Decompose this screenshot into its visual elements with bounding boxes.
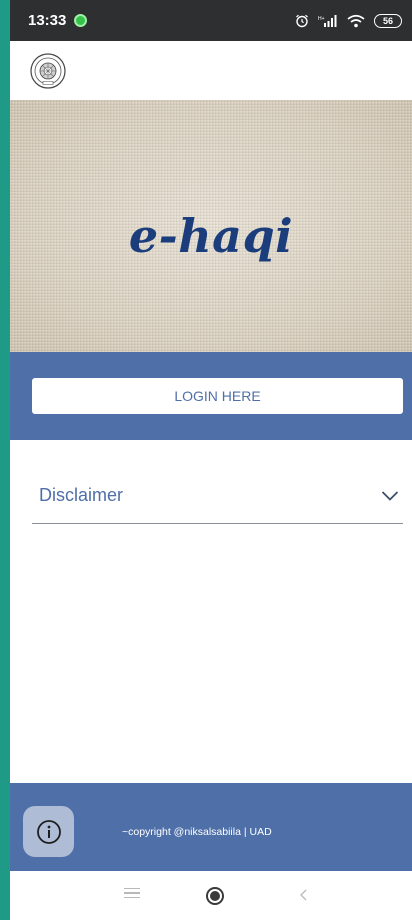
info-icon — [36, 819, 61, 844]
home-icon[interactable] — [206, 887, 224, 905]
status-bar: 13:33 H+ 56 — [10, 0, 412, 41]
login-button[interactable]: LOGIN HERE — [32, 378, 403, 414]
hero-banner: e-haqi — [10, 100, 412, 352]
notification-icon — [74, 14, 88, 27]
status-right: H+ 56 — [295, 13, 402, 28]
footer: ~copyright @niksalsabiila | UAD — [10, 783, 412, 871]
navigation-bar — [10, 871, 412, 920]
app-title: e-haqi — [128, 209, 294, 263]
alarm-icon — [296, 14, 308, 27]
svg-text:H+: H+ — [318, 16, 325, 22]
menu-icon[interactable] — [124, 885, 140, 901]
signal-icon: H+ — [318, 14, 337, 27]
disclaimer-label: Disclaimer — [39, 485, 124, 505]
status-time: 13:33 — [28, 12, 67, 29]
wifi-icon — [347, 14, 365, 27]
info-button[interactable] — [23, 806, 74, 857]
login-section: LOGIN HERE — [10, 352, 412, 440]
university-seal-logo — [30, 53, 66, 89]
disclaimer-accordion[interactable]: Disclaimer — [32, 468, 403, 524]
chevron-down-icon — [381, 490, 399, 501]
status-left: 13:33 — [28, 12, 88, 29]
app-header — [10, 41, 412, 100]
battery-icon: 56 — [374, 13, 402, 28]
copyright-text: ~copyright @niksalsabiila | UAD — [122, 826, 272, 838]
phone-screen: 13:33 H+ 56 e-haqi LOGIN HERE Disclaimer… — [10, 0, 412, 920]
back-icon[interactable] — [298, 885, 310, 905]
